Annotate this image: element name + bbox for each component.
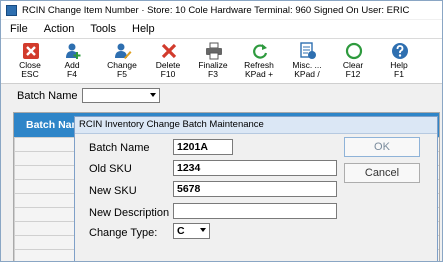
menu-help[interactable]: Help [132,23,155,35]
batch-name-label: Batch Name [17,90,78,102]
dialog-title: RCIN Inventory Change Batch Maintenance [79,119,264,130]
edit-user-icon [115,43,132,59]
delete-x-icon [161,43,177,59]
dialog-title-bar: RCIN Inventory Change Batch Maintenance [75,117,437,134]
new-description-field[interactable] [173,203,337,219]
finalize-button[interactable]: Finalize F3 [194,40,232,82]
menu-file[interactable]: File [10,23,28,35]
batch-maintenance-dialog: RCIN Inventory Change Batch Maintenance … [74,116,438,261]
help-button[interactable]: Help F1 [380,40,418,82]
delete-button[interactable]: Delete F10 [149,40,187,82]
add-button[interactable]: Add F4 [53,40,91,82]
close-x-icon [23,43,39,59]
batch-name-field[interactable]: 1201A [173,139,233,155]
chevron-down-icon [150,93,156,97]
old-sku-field[interactable]: 1234 [173,160,337,176]
clear-button[interactable]: Clear F12 [334,40,372,82]
menu-action[interactable]: Action [44,23,75,35]
delete-shortcut: F10 [160,69,176,79]
change-button[interactable]: Change F5 [103,40,141,82]
finalize-shortcut: F3 [208,69,218,79]
misc-button[interactable]: Misc. ... KPad / [288,40,326,82]
old-sku-label: Old SKU [89,163,132,175]
close-shortcut: ESC [21,69,39,79]
change-shortcut: F5 [117,69,127,79]
refresh-button[interactable]: Refresh KPad + [240,40,278,82]
chevron-down-icon [200,228,206,232]
app-icon [6,4,17,16]
clear-circle-icon [345,42,363,60]
new-description-label: New Description [89,207,170,219]
title-bar: RCIN Change Item Number · Store: 10 Cole… [1,1,442,19]
change-type-select[interactable]: C [173,223,210,239]
menu-bar: File Action Tools Help [1,20,442,39]
window-title: RCIN Change Item Number · Store: 10 Cole… [22,4,410,16]
ok-button[interactable]: OK [344,137,420,157]
batch-name-field-label: Batch Name [89,142,150,154]
misc-shortcut: KPad / [294,69,320,79]
change-type-value: C [177,225,185,237]
add-user-icon [66,43,81,59]
menu-tools[interactable]: Tools [90,23,116,35]
main-window: RCIN Change Item Number · Store: 10 Cole… [0,0,443,262]
close-button[interactable]: Close ESC [11,40,49,82]
change-type-label: Change Type: [89,227,158,239]
clear-shortcut: F12 [345,69,361,79]
batch-name-select[interactable] [82,88,160,103]
toolbar: Close ESC Add F4 Change F5 Delete F10 Fi… [1,39,442,84]
help-question-icon [392,43,408,59]
batch-filter-row: Batch Name [1,84,442,108]
refresh-shortcut: KPad + [244,69,274,79]
add-shortcut: F4 [67,69,77,79]
help-shortcut: F1 [394,69,404,79]
refresh-icon [253,44,268,59]
printer-icon [206,42,222,60]
misc-document-icon [300,42,316,59]
new-sku-label: New SKU [89,185,137,197]
new-sku-field[interactable]: 5678 [173,181,337,197]
cancel-button[interactable]: Cancel [344,163,420,183]
